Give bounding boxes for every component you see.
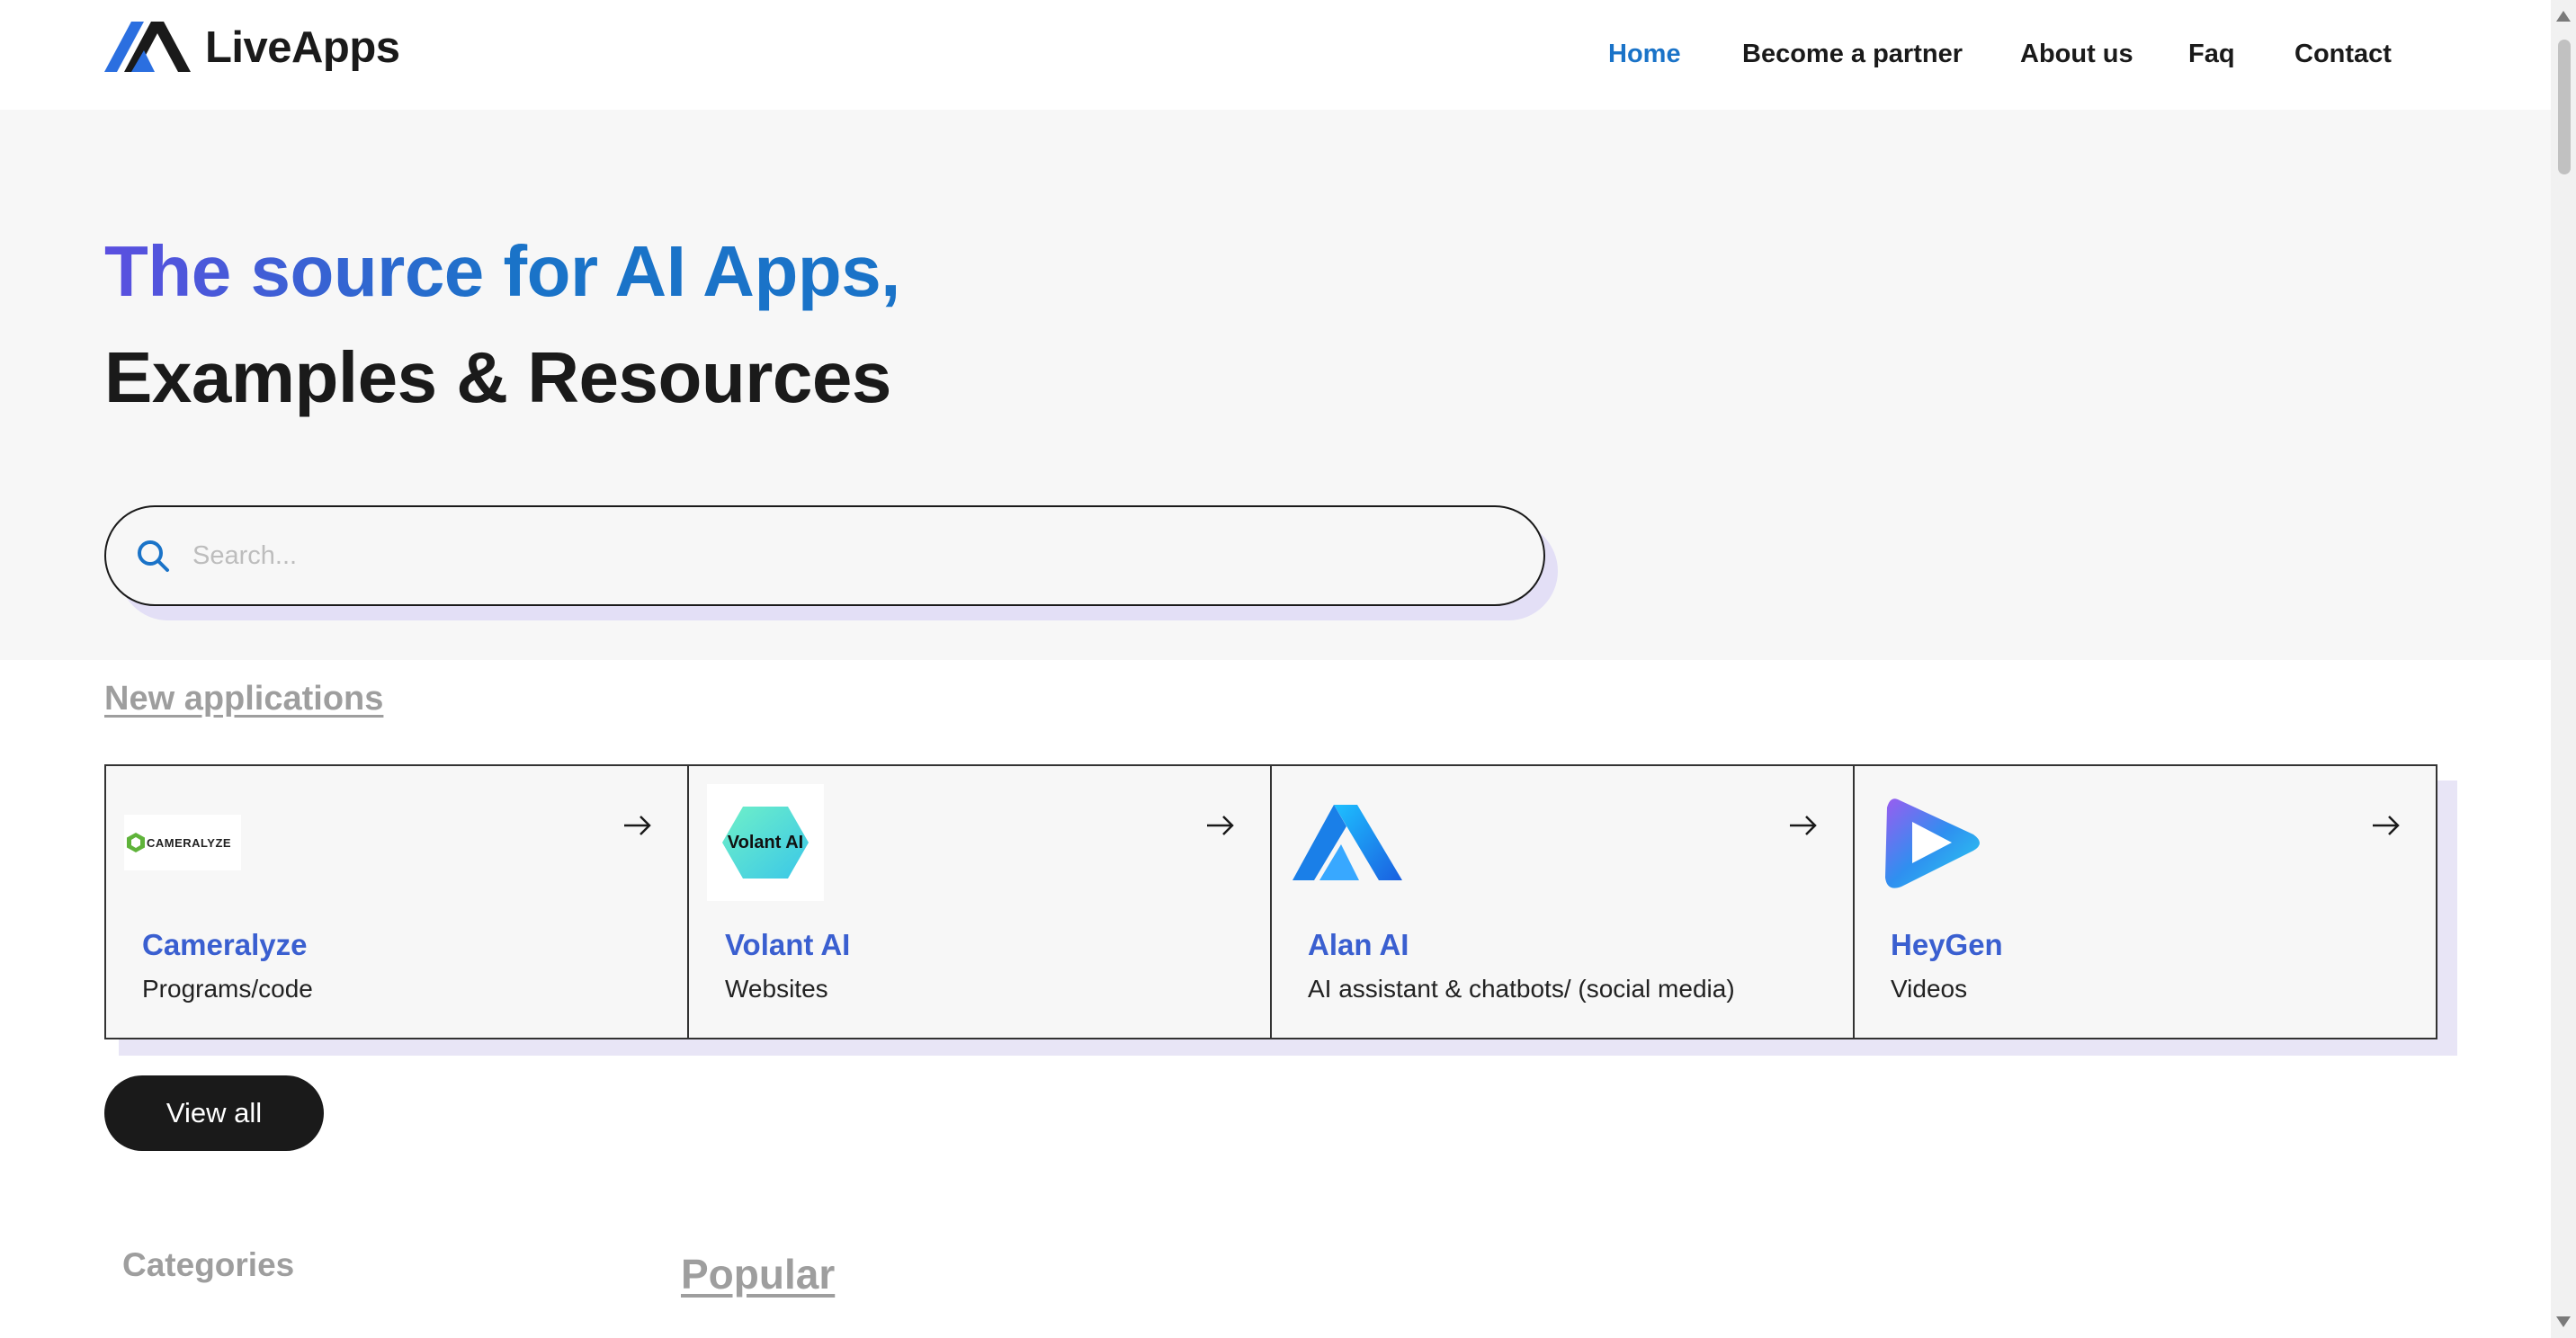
new-applications-heading[interactable]: New applications xyxy=(104,680,383,718)
app-name[interactable]: Alan AI xyxy=(1308,928,1409,962)
cameralyze-mark-icon xyxy=(127,833,145,852)
hero-title-line2: Examples & Resources xyxy=(104,337,891,417)
nav-about-us[interactable]: About us xyxy=(2020,40,2133,69)
app-card-volant-ai[interactable]: Volant AI Volant AI Websites xyxy=(687,764,1272,1039)
app-card-cameralyze[interactable]: CAMERALYZE Cameralyze Programs/code xyxy=(104,764,689,1039)
app-category: Websites xyxy=(725,975,828,1003)
arrow-right-icon[interactable] xyxy=(622,813,653,838)
app-name[interactable]: Volant AI xyxy=(725,928,850,962)
app-category: AI assistant & chatbots/ (social media) xyxy=(1308,975,1735,1003)
alan-ai-logo xyxy=(1290,784,1407,901)
hero-title-line1: The source for AI Apps, xyxy=(104,231,900,311)
app-category: Videos xyxy=(1891,975,1968,1003)
categories-heading: Categories xyxy=(122,1246,295,1283)
search-input[interactable] xyxy=(192,540,1452,571)
main-nav: Home Become a partner About us Faq Conta… xyxy=(0,0,2551,110)
cameralyze-logo: CAMERALYZE xyxy=(124,784,241,901)
app-name[interactable]: HeyGen xyxy=(1891,928,2003,962)
arrow-right-icon[interactable] xyxy=(1788,813,1819,838)
search-bar[interactable] xyxy=(104,505,1545,606)
page-scrollbar[interactable] xyxy=(2551,0,2576,1338)
alan-ai-logo-icon xyxy=(1292,805,1402,880)
cameralyze-logo-text: CAMERALYZE xyxy=(147,835,232,850)
nav-home[interactable]: Home xyxy=(1608,40,1681,69)
scroll-up-icon[interactable] xyxy=(2556,11,2571,22)
new-applications-list: CAMERALYZE Cameralyze Programs/code Vola… xyxy=(104,764,2443,1039)
nav-faq[interactable]: Faq xyxy=(2188,40,2235,69)
app-card-heygen[interactable]: HeyGen Videos xyxy=(1853,764,2437,1039)
scroll-down-icon[interactable] xyxy=(2556,1316,2571,1327)
nav-contact[interactable]: Contact xyxy=(2294,40,2392,69)
app-category: Programs/code xyxy=(142,975,313,1003)
arrow-right-icon[interactable] xyxy=(2371,813,2402,838)
heygen-play-icon xyxy=(1885,798,1980,888)
search-icon xyxy=(138,540,169,572)
volant-ai-logo: Volant AI xyxy=(707,784,824,901)
arrow-right-icon[interactable] xyxy=(1205,813,1236,838)
popular-heading[interactable]: Popular xyxy=(681,1250,835,1298)
heygen-logo xyxy=(1873,784,1990,901)
site-header: LiveApps Home Become a partner About us … xyxy=(0,0,2551,110)
view-all-button[interactable]: View all xyxy=(104,1075,324,1151)
app-card-alan-ai[interactable]: Alan AI AI assistant & chatbots/ (social… xyxy=(1270,764,1855,1039)
volant-logo-text: Volant AI xyxy=(727,832,804,852)
nav-become-partner[interactable]: Become a partner xyxy=(1742,40,1963,69)
scrollbar-thumb[interactable] xyxy=(2558,40,2571,174)
app-name[interactable]: Cameralyze xyxy=(142,928,307,962)
